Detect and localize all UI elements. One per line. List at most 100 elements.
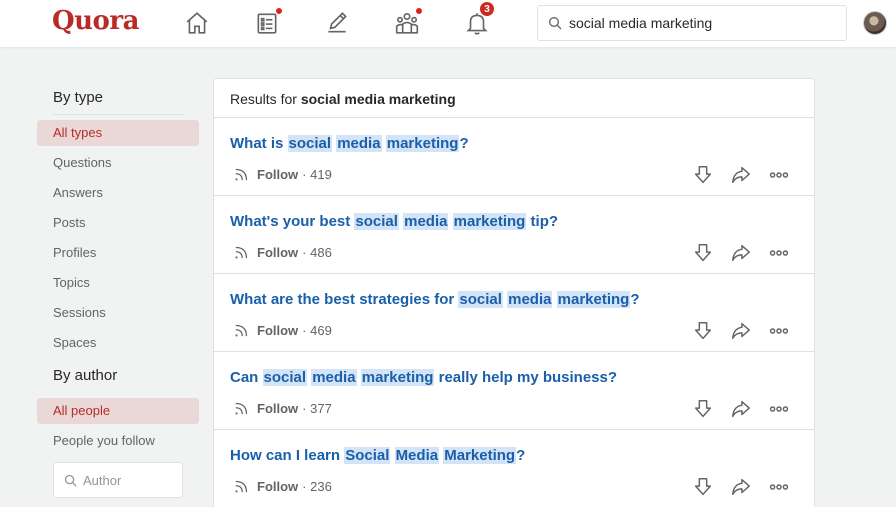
downvote-button[interactable] [684, 163, 722, 187]
highlighted-term: media [403, 213, 449, 230]
quora-logo[interactable]: Quora [52, 6, 139, 36]
follow-row: Follow · 469 [233, 322, 332, 339]
share-arrow-icon [732, 322, 750, 340]
downvote-arrow-icon [694, 400, 712, 418]
result-actions [684, 475, 798, 499]
share-button[interactable] [722, 241, 760, 265]
highlighted-term: marketing [385, 135, 460, 152]
result-actions [684, 241, 798, 265]
filter-questions[interactable]: Questions [37, 150, 199, 176]
more-dots-icon [769, 406, 789, 412]
question-title-link[interactable]: What are the best strategies for social … [230, 291, 640, 308]
follow-button[interactable]: Follow [257, 323, 298, 338]
user-avatar[interactable] [863, 11, 887, 35]
share-button[interactable] [722, 475, 760, 499]
following-feed-icon[interactable] [252, 7, 283, 38]
results-prefix: Results for [230, 91, 297, 107]
more-options-button[interactable] [760, 475, 798, 499]
spaces-icon[interactable] [392, 7, 423, 38]
spaces-unread-dot [415, 7, 423, 15]
filter-spaces[interactable]: Spaces [37, 330, 199, 356]
downvote-button[interactable] [684, 241, 722, 265]
downvote-button[interactable] [684, 475, 722, 499]
highlighted-term: social [262, 369, 308, 386]
more-dots-icon [769, 484, 789, 490]
result-item: How can I learn Social Media Marketing? … [214, 430, 814, 507]
downvote-arrow-icon [694, 166, 712, 184]
share-arrow-icon [732, 478, 750, 496]
title-text: Can [230, 369, 263, 386]
follow-count: · 377 [302, 401, 332, 416]
follow-button[interactable]: Follow [257, 167, 298, 182]
share-button[interactable] [722, 163, 760, 187]
results-query: social media marketing [300, 91, 456, 107]
filter-profiles[interactable]: Profiles [37, 240, 199, 266]
follow-rss-icon[interactable] [233, 244, 250, 261]
author-filter[interactable] [53, 462, 183, 498]
title-text: really help my business? [434, 369, 618, 386]
share-arrow-icon [732, 244, 750, 262]
more-dots-icon [769, 250, 789, 256]
question-title-link[interactable]: Can social media marketing really help m… [230, 369, 617, 386]
downvote-button[interactable] [684, 397, 722, 421]
notifications-bell-icon[interactable]: 3 [462, 1, 495, 38]
share-button[interactable] [722, 319, 760, 343]
search-icon [549, 17, 562, 30]
result-actions [684, 319, 798, 343]
result-list: What is social media marketing? Follow ·… [214, 118, 814, 507]
title-text: What are the best strategies for [230, 291, 459, 308]
search-bar[interactable] [537, 5, 847, 41]
feed-unread-dot [275, 7, 283, 15]
follow-button[interactable]: Follow [257, 479, 298, 494]
filter-all-people[interactable]: All people [37, 398, 199, 424]
follow-count: · 469 [302, 323, 332, 338]
result-item: What is social media marketing? Follow ·… [214, 118, 814, 196]
highlighted-term: Marketing [443, 447, 517, 464]
follow-button[interactable]: Follow [257, 245, 298, 260]
question-title-link[interactable]: What is social media marketing? [230, 135, 469, 152]
share-button[interactable] [722, 397, 760, 421]
answer-edit-icon[interactable] [322, 8, 352, 38]
more-options-button[interactable] [760, 397, 798, 421]
highlighted-term: marketing [452, 213, 527, 230]
highlighted-term: social [287, 135, 333, 152]
title-text: What is [230, 135, 288, 152]
question-title-link[interactable]: How can I learn Social Media Marketing? [230, 447, 525, 464]
filter-answers[interactable]: Answers [37, 180, 199, 206]
more-options-button[interactable] [760, 319, 798, 343]
more-options-button[interactable] [760, 163, 798, 187]
result-actions [684, 163, 798, 187]
follow-row: Follow · 486 [233, 244, 332, 261]
result-actions [684, 397, 798, 421]
highlighted-term: marketing [360, 369, 435, 386]
follow-rss-icon[interactable] [233, 322, 250, 339]
more-options-button[interactable] [760, 241, 798, 265]
follow-rss-icon[interactable] [233, 478, 250, 495]
filter-people-you-follow[interactable]: People you follow [37, 428, 199, 454]
follow-button[interactable]: Follow [257, 401, 298, 416]
top-header: Quora 3 [0, 0, 896, 47]
filter-posts[interactable]: Posts [37, 210, 199, 236]
downvote-arrow-icon [694, 244, 712, 262]
question-title-link[interactable]: What's your best social media marketing … [230, 213, 558, 230]
filter-sessions[interactable]: Sessions [37, 300, 199, 326]
follow-count: · 236 [302, 479, 332, 494]
follow-count: · 486 [302, 245, 332, 260]
highlighted-term: social [458, 291, 503, 308]
downvote-button[interactable] [684, 319, 722, 343]
home-icon[interactable] [182, 8, 212, 38]
filter-topics[interactable]: Topics [37, 270, 199, 296]
follow-rss-icon[interactable] [233, 166, 250, 183]
more-dots-icon [769, 328, 789, 334]
highlighted-term: marketing [556, 291, 631, 308]
result-item: Can social media marketing really help m… [214, 352, 814, 430]
more-dots-icon [769, 172, 789, 178]
search-icon [64, 474, 77, 487]
search-input[interactable] [569, 15, 839, 31]
by-author-heading: By author [53, 367, 118, 384]
filter-all-types[interactable]: All types [37, 120, 199, 146]
by-type-heading: By type [53, 89, 104, 106]
author-input[interactable] [83, 472, 178, 488]
follow-rss-icon[interactable] [233, 400, 250, 417]
follow-row: Follow · 419 [233, 166, 332, 183]
